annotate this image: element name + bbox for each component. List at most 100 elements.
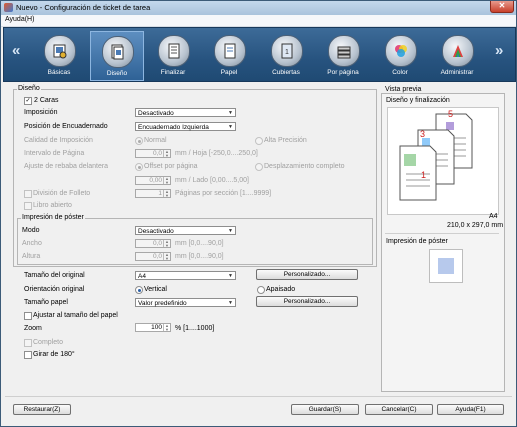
poster-mode-select[interactable]: Desactivado xyxy=(135,226,236,236)
rotate-checkbox[interactable] xyxy=(24,351,32,359)
tab-per-page[interactable]: Por página xyxy=(317,31,369,79)
stepper-arrows-icon[interactable]: ▲ ▼ xyxy=(163,177,170,184)
booklet-split-unit: Páginas por sección [1....9999] xyxy=(175,190,272,197)
booklet-split-label: División de Folleto xyxy=(33,190,91,197)
stepper-arrows-icon[interactable]: ▲ ▼ xyxy=(163,190,170,197)
category-toolbar: « » Básicas Diseño Finalizar Papel 1 Cub… xyxy=(3,27,516,82)
app-icon xyxy=(4,3,13,12)
help-button[interactable]: Ayuda(F1) xyxy=(437,404,504,415)
tab-layout-label: Diseño xyxy=(106,70,128,77)
zoom-input[interactable]: 100 ▲ ▼ xyxy=(135,323,171,332)
tab-finishing[interactable]: Finalizar xyxy=(147,31,199,79)
cancel-button[interactable]: Cancelar(C) xyxy=(365,404,433,415)
tab-basic-label: Básicas xyxy=(47,69,71,76)
tab-layout[interactable]: Diseño xyxy=(90,31,144,81)
orientation-vertical-radio[interactable] xyxy=(135,286,143,294)
scroll-left-icon[interactable]: « xyxy=(12,42,20,59)
fit-paper-label: Ajustar al tamaño del papel xyxy=(33,312,118,319)
quality-normal-radio[interactable] xyxy=(135,137,143,145)
close-button[interactable]: ✕ xyxy=(490,1,514,13)
tab-color[interactable]: Color xyxy=(374,31,426,79)
preview-page-1: 1 xyxy=(421,170,427,180)
tab-basic[interactable]: Básicas xyxy=(33,31,85,79)
booklet-split-input[interactable]: 1 ▲ ▼ xyxy=(135,189,171,198)
menu-help[interactable]: Ayuda(H) xyxy=(5,16,34,23)
preview-paper-name: A4 xyxy=(489,213,498,220)
tab-paper[interactable]: Papel xyxy=(203,31,255,79)
footer-divider xyxy=(5,396,512,397)
basic-settings-icon xyxy=(44,35,76,67)
two-sided-checkbox[interactable]: ✓ xyxy=(24,97,32,105)
poster-width-value: 0,0 xyxy=(152,240,162,247)
tab-paper-label: Papel xyxy=(220,69,238,76)
save-button[interactable]: Guardar(S) xyxy=(291,404,359,415)
creep-full-radio[interactable] xyxy=(255,163,263,171)
page-interval-value: 0,0 xyxy=(152,150,162,157)
stepper-arrows-icon[interactable]: ▲ ▼ xyxy=(163,253,170,260)
poster-preview-title: Impresión de póster xyxy=(386,238,448,245)
preview-canvas: 5 3 1 xyxy=(387,107,499,215)
creep-label: Ajuste de rebaba delantera xyxy=(24,163,109,170)
quality-high-radio[interactable] xyxy=(255,137,263,145)
poster-width-input[interactable]: 0,0 ▲ ▼ xyxy=(135,239,171,248)
fit-paper-checkbox[interactable] xyxy=(24,312,32,320)
rotate-label: Girar de 180° xyxy=(33,351,75,358)
paper-custom-button[interactable]: Personalizado... xyxy=(256,296,358,307)
imposition-quality-label: Calidad de Imposición xyxy=(24,137,93,144)
binding-position-select[interactable]: Encuadernado Izquierda xyxy=(135,122,236,132)
stepper-arrows-icon[interactable]: ▲ ▼ xyxy=(163,150,170,157)
imposition-label: Imposición xyxy=(24,109,58,116)
restore-button[interactable]: Restaurar(Z) xyxy=(13,404,71,415)
color-icon xyxy=(385,35,417,67)
tab-covers[interactable]: 1 Cubiertas xyxy=(260,31,312,79)
orientation-vertical-label: Vertical xyxy=(144,286,167,293)
tab-per-page-label: Por página xyxy=(327,69,359,76)
paper-size-select[interactable]: Valor predefinido xyxy=(135,298,236,308)
poster-preview-box xyxy=(429,249,463,283)
administer-icon xyxy=(442,35,474,67)
creep-offset-label: Offset por página xyxy=(144,163,198,170)
covers-icon: 1 xyxy=(271,35,303,67)
window-title: Nuevo - Configuración de ticket de tarea xyxy=(16,3,151,12)
two-sided-label: 2 Caras xyxy=(34,97,59,104)
zoom-label: Zoom xyxy=(24,325,42,332)
binding-position-label: Posición de Encuadernado xyxy=(24,123,108,130)
layout-group-title: Diseño xyxy=(17,85,41,92)
page-interval-label: Intervalo de Página xyxy=(24,150,85,157)
creep-offset-radio[interactable] xyxy=(135,163,143,171)
zoom-unit: % [1....1000] xyxy=(175,325,215,332)
poster-height-input[interactable]: 0,0 ▲ ▼ xyxy=(135,252,171,261)
preview-title: Vista previa xyxy=(385,86,422,93)
booklet-split-value: 1 xyxy=(158,190,162,197)
per-page-icon xyxy=(328,35,360,67)
orientation-horizontal-radio[interactable] xyxy=(257,286,265,294)
poster-width-label: Ancho xyxy=(22,240,42,247)
page-interval-input[interactable]: 0,0 ▲ ▼ xyxy=(135,149,171,158)
title-bar: Nuevo - Configuración de ticket de tarea… xyxy=(1,1,516,15)
poster-height-value: 0,0 xyxy=(152,253,162,260)
finishing-icon xyxy=(158,35,190,67)
tab-covers-label: Cubiertas xyxy=(272,69,300,76)
imposition-select[interactable]: Desactivado xyxy=(135,108,236,118)
layout-icon xyxy=(102,36,134,68)
creep-input[interactable]: 0,00 ▲ ▼ xyxy=(135,176,171,185)
preview-divider xyxy=(385,233,499,234)
quality-normal-label: Normal xyxy=(144,137,167,144)
preview-page-3: 3 xyxy=(420,129,426,139)
complete-checkbox[interactable] xyxy=(24,339,32,347)
paper-icon xyxy=(214,35,246,67)
stepper-arrows-icon[interactable]: ▲ ▼ xyxy=(163,240,170,247)
scroll-right-icon[interactable]: » xyxy=(495,42,503,59)
svg-text:1: 1 xyxy=(285,49,289,56)
original-custom-button[interactable]: Personalizado... xyxy=(256,269,358,280)
poster-width-unit: mm [0,0....90,0] xyxy=(175,240,224,247)
preview-subtitle: Diseño y finalización xyxy=(386,97,450,104)
booklet-split-checkbox[interactable] xyxy=(24,190,32,198)
stepper-arrows-icon[interactable]: ▲ ▼ xyxy=(163,324,170,331)
orientation-label: Orientación original xyxy=(24,286,85,293)
preview-page-5: 5 xyxy=(448,109,454,119)
tab-administer[interactable]: Administrar xyxy=(431,31,483,79)
original-size-select[interactable]: A4 xyxy=(135,271,236,281)
open-book-checkbox[interactable] xyxy=(24,202,32,210)
booklet-preview-icon xyxy=(399,113,473,201)
